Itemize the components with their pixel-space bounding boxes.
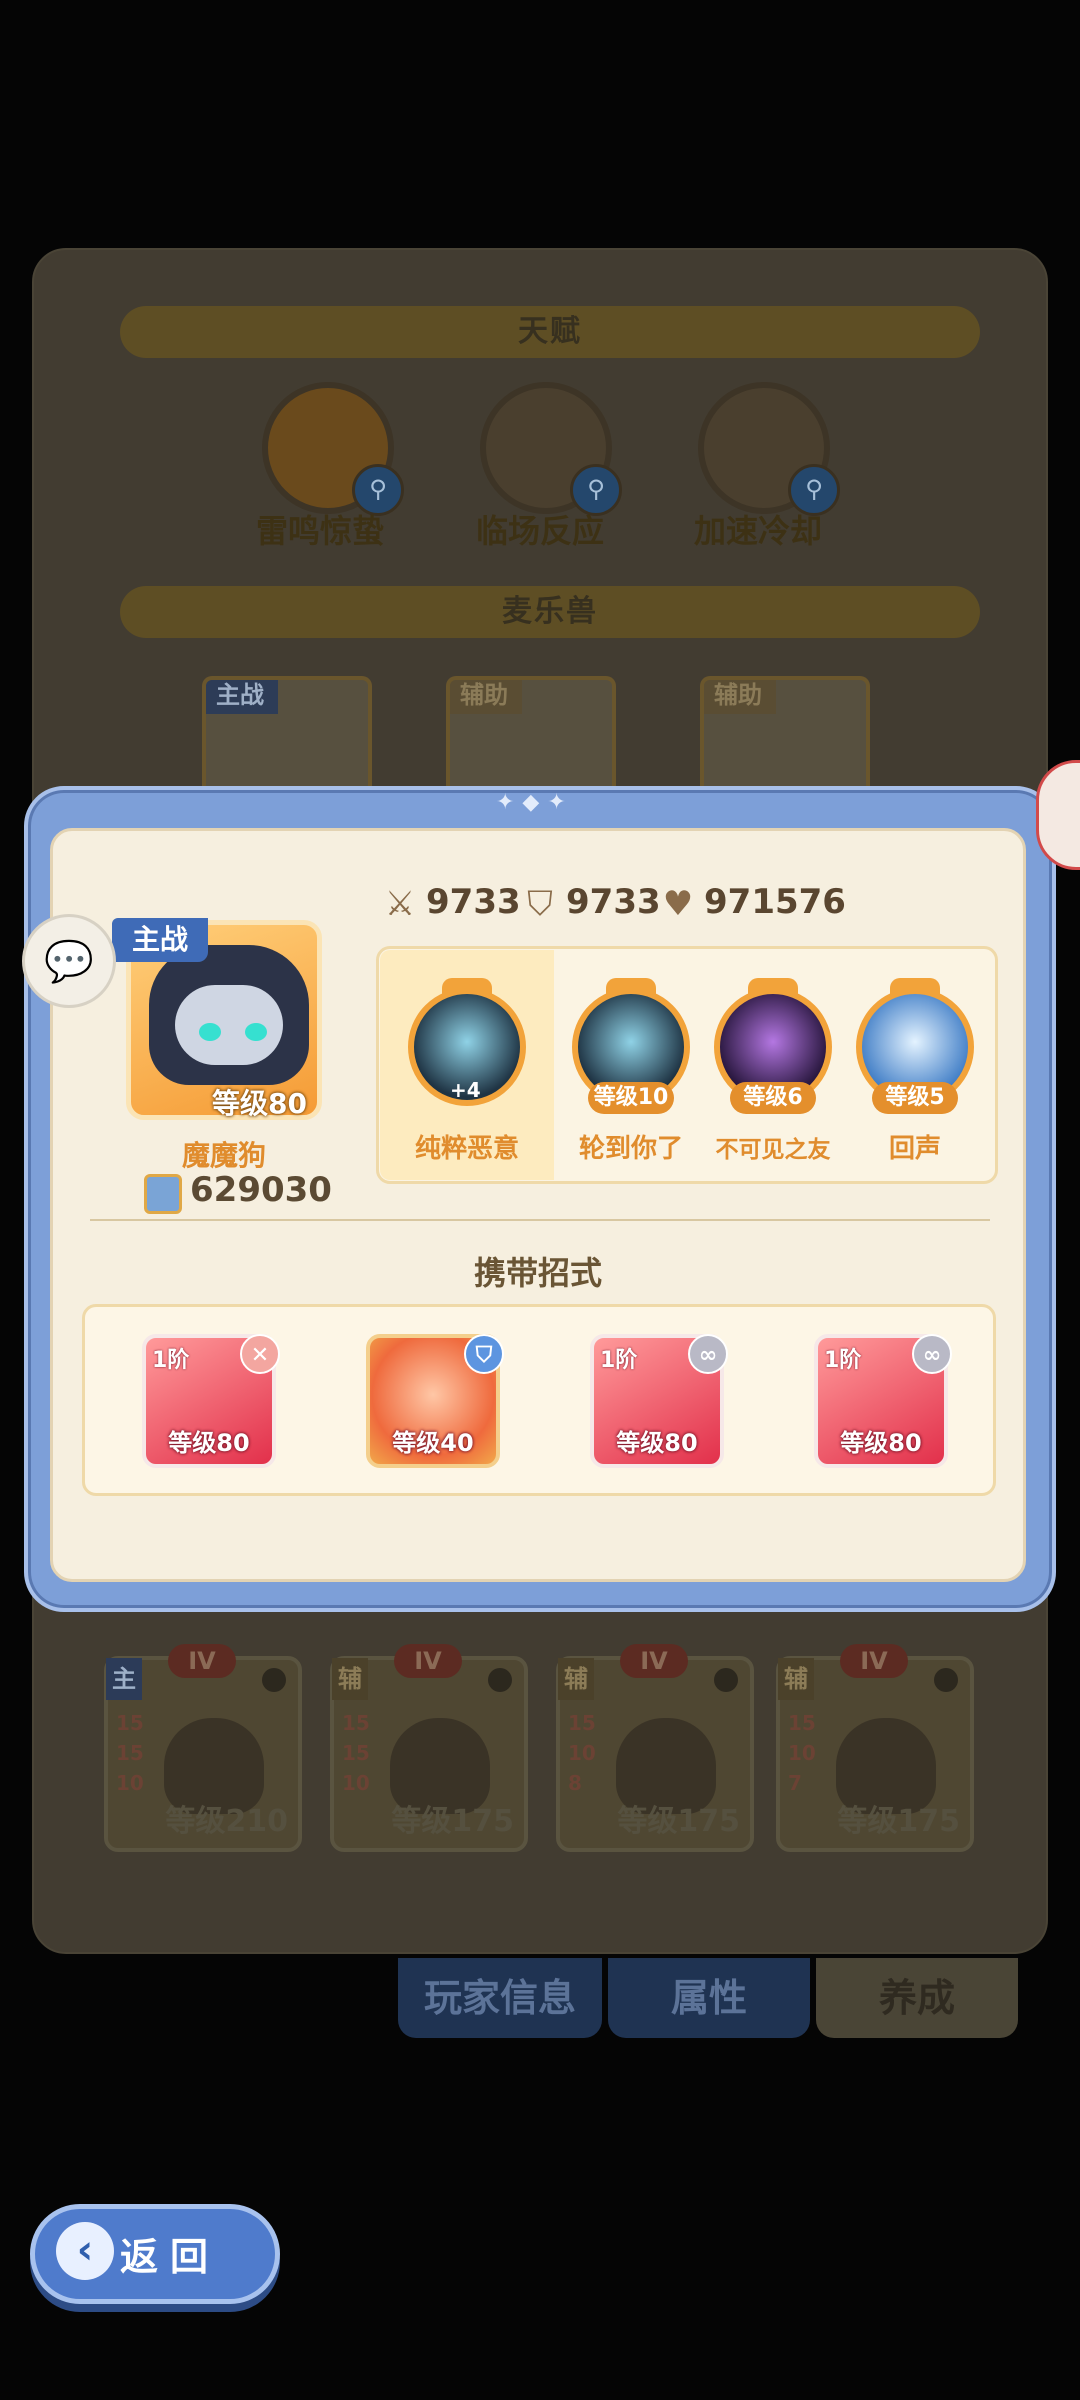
stat-column: 15 10 8 (568, 1711, 596, 1795)
role-tag: 辅助 (704, 680, 776, 714)
skill-name: 纯粹恶意 (414, 1134, 519, 1164)
attack-value: 9733 (426, 882, 521, 922)
lock-icon (714, 1668, 738, 1692)
skill-frame-ears (748, 978, 798, 994)
rank-badge: IV (840, 1644, 908, 1678)
rank-badge: IV (168, 1644, 236, 1678)
moves-title: 携带招式 (473, 1254, 602, 1292)
skill-name: 轮到你了 (578, 1134, 683, 1164)
lock-icon (934, 1668, 958, 1692)
talent-label: 雷鸣惊蛰 (255, 512, 384, 550)
hp-heart-icon: ♥ (662, 884, 694, 924)
tab-development[interactable]: 养成 (816, 1958, 1018, 2038)
tab-player-info[interactable]: 玩家信息 (398, 1958, 602, 2038)
attack-swords-icon: ⚔ (384, 884, 416, 924)
hp-value: 971576 (704, 882, 846, 922)
role-tag: 主 (106, 1658, 142, 1700)
move-tier: 1阶 (824, 1348, 862, 1373)
talent-label: 加速冷却 (693, 512, 822, 550)
shield-icon: ⛉ (464, 1334, 504, 1374)
move-tier: 1阶 (152, 1348, 190, 1373)
talent-cooldown[interactable]: ⚲ (698, 382, 840, 516)
rank-badge: IV (394, 1644, 462, 1678)
role-tag: 辅 (778, 1658, 814, 1700)
team-card[interactable]: 辅 IV 15 10 8 等级175 (556, 1644, 754, 1852)
skill-level: 等级5 (872, 1082, 958, 1114)
pet-slot-main[interactable]: 主战 (202, 676, 372, 790)
skill-icon[interactable]: 等级6 (714, 978, 832, 1114)
lock-icon (262, 1668, 286, 1692)
talent-thunder[interactable]: ⚲ (262, 382, 404, 516)
skill-level: 等级10 (588, 1082, 674, 1114)
skill-frame-ears (442, 978, 492, 994)
team-card[interactable]: 辅 IV 15 15 10 等级175 (330, 1644, 528, 1852)
role-tag-main: 主战 (112, 918, 208, 962)
combat-power-icon (144, 1174, 182, 1214)
team-card[interactable]: 辅 IV 15 10 7 等级175 (776, 1644, 974, 1852)
pet-level: 等级80 (212, 1087, 307, 1120)
skill-frame-ears (890, 978, 940, 994)
link-icon: ∞ (912, 1334, 952, 1374)
talent-section-banner: 天赋 (120, 306, 980, 358)
pet-eye (199, 1023, 221, 1041)
back-button-label[interactable]: 返回 (120, 2226, 220, 2281)
level-label: 等级210 (165, 1804, 288, 1839)
pet-name: 魔魔狗 (181, 1139, 266, 1172)
pet-portrait (149, 945, 309, 1085)
role-tag: 主战 (206, 680, 278, 714)
skill-name: 不可见之友 (715, 1137, 831, 1163)
role-tag: 辅 (332, 1658, 368, 1700)
attack-swords-icon: ✕ (240, 1334, 280, 1374)
role-tag: 辅 (558, 1658, 594, 1700)
talent-reaction[interactable]: ⚲ (480, 382, 622, 516)
pet-slot-support[interactable]: 辅助 (446, 676, 616, 790)
section-divider (90, 1219, 990, 1221)
skill-icon[interactable]: 等级5 (856, 978, 974, 1114)
level-label: 等级175 (837, 1804, 960, 1839)
move-level: 等级80 (616, 1429, 698, 1457)
level-label: 等级175 (391, 1804, 514, 1839)
role-tag: 辅助 (450, 680, 522, 714)
skill-frame-ears (606, 978, 656, 994)
level-label: 等级175 (617, 1804, 740, 1839)
tab-attributes[interactable]: 属性 (608, 1958, 810, 2038)
link-icon: ∞ (688, 1334, 728, 1374)
defense-shield-icon: ⛉ (527, 884, 553, 924)
back-arrow-icon[interactable]: ‹ (56, 2222, 114, 2280)
talent-label: 临场反应 (475, 512, 604, 550)
chat-icon: 💬 (44, 939, 94, 985)
stat-column: 15 15 10 (342, 1711, 370, 1795)
skill-icon[interactable]: 等级10 (572, 978, 690, 1114)
move-level: 等级80 (840, 1429, 922, 1457)
move-level: 等级40 (392, 1429, 474, 1457)
chat-bubble-button[interactable]: 💬 (22, 914, 116, 1008)
defense-value: 9733 (566, 882, 661, 922)
pet-eye (245, 1023, 267, 1041)
pets-section-banner: 麦乐兽 (120, 586, 980, 638)
team-card[interactable]: 主 IV 15 15 10 等级210 (104, 1644, 302, 1852)
stat-column: 15 10 7 (788, 1711, 816, 1795)
combat-power-value: 629030 (190, 1170, 332, 1210)
rank-badge: IV (620, 1644, 688, 1678)
skill-level: 等级6 (730, 1082, 816, 1114)
skill-name: 回声 (888, 1134, 941, 1164)
move-level: 等级80 (168, 1429, 250, 1457)
stat-column: 15 15 10 (116, 1711, 144, 1795)
pet-slot-support[interactable]: 辅助 (700, 676, 870, 790)
move-tier: 1阶 (600, 1348, 638, 1373)
skill-upgrade-badge: +4 (450, 1078, 481, 1102)
modal-top-ornament: ✦◆✦ (496, 790, 574, 815)
lock-icon (488, 1668, 512, 1692)
